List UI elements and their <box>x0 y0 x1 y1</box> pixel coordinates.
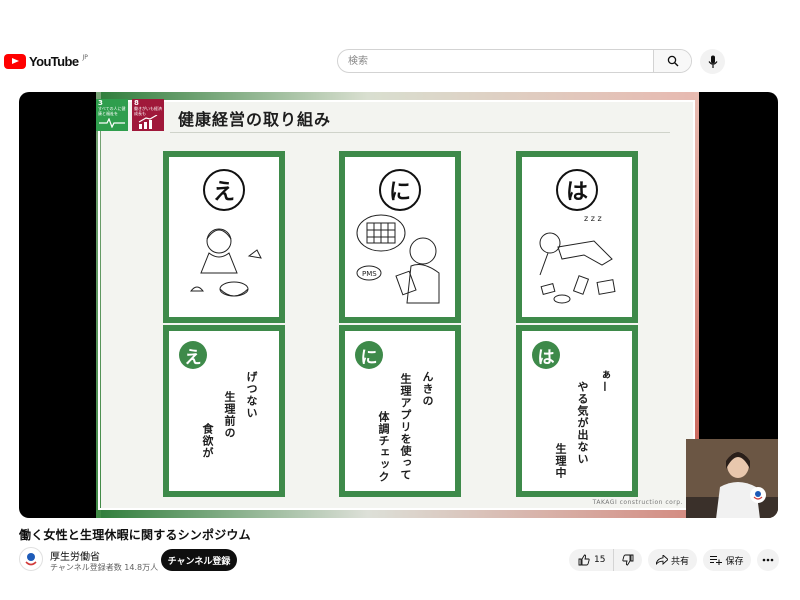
slide-credit: TAKAGI construction corp. <box>592 499 683 506</box>
speaker-figure <box>686 439 778 518</box>
karuta-picture-card-ni: に PMS <box>339 151 461 323</box>
more-actions-button[interactable] <box>757 549 779 571</box>
karuta-text-card-ni: に んきの 生理アプリを使って 体調チェック <box>339 325 461 497</box>
card-line-1: ぁー <box>598 369 611 393</box>
card-line-1: げつない <box>245 371 258 419</box>
dislike-button[interactable] <box>614 549 642 571</box>
slide-title: 健康経営の取り組み <box>178 110 332 129</box>
card-kana-badge: は <box>532 341 560 369</box>
heartbeat-icon <box>99 118 125 128</box>
card-line-3: 食欲が <box>201 423 214 459</box>
card-kana: に <box>379 169 421 211</box>
search-input[interactable] <box>338 50 653 72</box>
eating-woman-illustration <box>189 228 262 297</box>
card-line-1: んきの <box>421 371 434 407</box>
card-kana-badge: に <box>355 341 383 369</box>
youtube-wordmark: YouTube <box>29 53 79 69</box>
sdg-badge-8: 8 働きがいも経済成長も <box>132 99 164 131</box>
lying-woman-illustration: z z z <box>539 214 616 304</box>
title-divider <box>170 132 670 133</box>
speaker-camera-inset <box>686 439 778 518</box>
like-count: 15 <box>594 555 606 565</box>
share-arrow-icon <box>655 555 668 565</box>
search-icon <box>667 55 678 67</box>
sdg-badge-3: 3 すべての人に健康と福祉を <box>96 99 128 131</box>
more-horizontal-icon <box>762 558 774 562</box>
thumbs-down-icon <box>622 554 634 566</box>
card-kana: は <box>556 169 598 211</box>
region-code: JP <box>82 53 88 61</box>
search-button[interactable] <box>653 50 691 72</box>
voice-search-button[interactable] <box>700 49 725 74</box>
card-line-3: 生理中 <box>554 443 567 479</box>
microphone-icon <box>708 55 717 68</box>
thumbs-up-icon <box>578 554 590 566</box>
like-dislike-group: 15 <box>569 549 642 571</box>
karuta-text-card-e: え げつない 生理前の 食欲が <box>163 325 285 497</box>
karuta-text-card-ha: は ぁー やる気が出ない 生理中 <box>516 325 638 497</box>
share-label: 共有 <box>670 556 689 567</box>
share-button[interactable]: 共有 <box>648 549 697 571</box>
mhlw-logo-icon <box>25 553 37 566</box>
card-kana: え <box>203 169 245 211</box>
woman-phone-app-illustration: PMS <box>356 214 440 304</box>
karuta-picture-card-ha: は z z z <box>516 151 638 323</box>
presentation-slide: 3 すべての人に健康と福祉を 8 働きがいも経済成長も 健康経営の取り組み え <box>96 92 699 518</box>
playlist-add-icon <box>710 556 723 565</box>
save-label: 保存 <box>725 556 744 567</box>
card-line-2: 生理前の <box>223 391 236 439</box>
svg-text:PMS: PMS <box>362 270 377 278</box>
card-kana-badge: え <box>179 341 207 369</box>
svg-text:z z z: z z z <box>584 214 602 223</box>
karuta-picture-card-e: え <box>163 151 285 323</box>
card-line-2: 生理アプリを使って <box>399 373 412 481</box>
subscribe-button[interactable]: チャンネル登録 <box>161 549 237 571</box>
youtube-logo[interactable]: YouTube JP <box>4 52 88 70</box>
video-title: 働く女性と生理休暇に関するシンポジウム <box>19 528 251 542</box>
card-line-3: 体調チェック <box>377 411 390 483</box>
like-button[interactable]: 15 <box>569 549 615 571</box>
channel-avatar[interactable] <box>19 547 43 571</box>
save-button[interactable]: 保存 <box>703 549 751 571</box>
youtube-play-icon <box>4 53 26 69</box>
video-player[interactable]: 3 すべての人に健康と福祉を 8 働きがいも経済成長も 健康経営の取り組み え <box>19 92 778 518</box>
card-line-2: やる気が出ない <box>576 381 589 465</box>
subscriber-count: チャンネル登録者数 14.8万人 <box>50 563 159 572</box>
channel-name[interactable]: 厚生労働省 <box>50 548 100 563</box>
slide-border-top <box>96 92 699 100</box>
search-box <box>337 49 692 73</box>
slide-border-bottom <box>96 510 699 518</box>
growth-chart-icon <box>138 115 158 129</box>
